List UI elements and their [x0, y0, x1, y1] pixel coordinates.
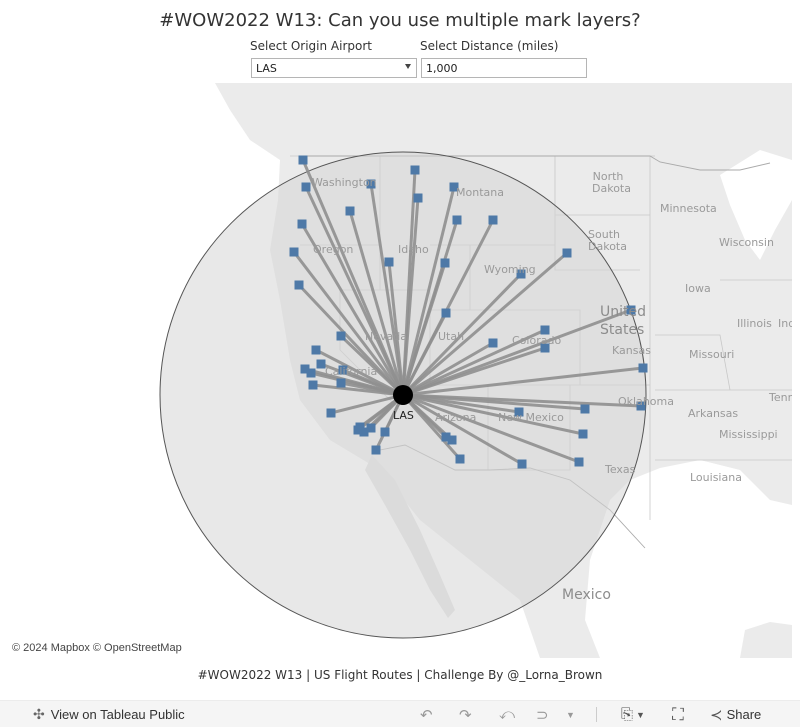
destination-airport-marker[interactable]: [289, 247, 299, 257]
share-icon: ≺: [710, 706, 723, 724]
destination-airport-marker[interactable]: [336, 378, 346, 388]
map-label-nevada: Nevada: [365, 330, 407, 343]
map-label-arkansas: Arkansas: [688, 407, 739, 420]
view-on-tableau-public-label: View on Tableau Public: [50, 707, 185, 722]
map-label-minnesota: Minnesota: [660, 202, 717, 215]
map-label-oregon: Oregon: [313, 243, 354, 256]
map-label-utah: Utah: [438, 330, 465, 343]
destination-airport-marker[interactable]: [311, 345, 321, 355]
map-canvas: [159, 83, 792, 658]
map-label-iowa: Iowa: [685, 282, 711, 295]
dashboard-title: #WOW2022 W13: Can you use multiple mark …: [159, 10, 641, 31]
dashboard-footer: #WOW2022 W13 | US Flight Routes | Challe…: [197, 668, 603, 682]
chevron-down-icon[interactable]: [405, 64, 411, 69]
distance-input[interactable]: 1,000: [421, 58, 587, 78]
map-label-california: California: [325, 365, 378, 378]
map-label-mexico: Mexico: [562, 587, 611, 603]
share-button[interactable]: ≺ Share: [710, 701, 761, 728]
map-label-idaho: Idaho: [398, 243, 429, 256]
map-label-washington: Washington: [312, 176, 377, 189]
download-icon: ⎘: [621, 706, 634, 723]
download-button[interactable]: ⎘ ▼: [621, 701, 645, 728]
fullscreen-button[interactable]: ⛶: [672, 701, 684, 728]
destination-airport-marker[interactable]: [413, 193, 423, 203]
destination-airport-marker[interactable]: [452, 215, 462, 225]
map-label-united-states: United States: [600, 304, 646, 338]
destination-airport-marker[interactable]: [297, 219, 307, 229]
destination-airport-marker[interactable]: [336, 331, 346, 341]
map-label-louisiana: Louisiana: [690, 471, 742, 484]
origin-airport-value: LAS: [256, 62, 277, 75]
destination-airport-marker[interactable]: [578, 429, 588, 439]
redo-icon: ↷: [459, 706, 472, 724]
map-label-north-dakota: North Dakota: [592, 170, 631, 195]
destination-airport-marker[interactable]: [308, 380, 318, 390]
tableau-toolbar: ✣ View on Tableau Public ↶ ↷ ⤺ ⊃ ▼ ⎘ ▼ ⛶…: [0, 700, 800, 727]
revert-button[interactable]: ⤺: [499, 701, 515, 728]
destination-airport-marker[interactable]: [580, 404, 590, 414]
distance-value: 1,000: [426, 62, 458, 75]
destination-airport-marker[interactable]: [294, 280, 304, 290]
yucatan: [740, 622, 792, 658]
map-label-arizona: Arizona: [435, 411, 477, 424]
destination-airport-marker[interactable]: [366, 423, 376, 433]
destination-airport-marker[interactable]: [353, 425, 363, 435]
map-label-oklahoma: Oklahoma: [618, 395, 674, 408]
caret-down-icon: ▼: [636, 709, 645, 720]
destination-airport-marker[interactable]: [306, 368, 316, 378]
origin-filter-label: Select Origin Airport: [250, 39, 372, 53]
refresh-button[interactable]: ⊃: [536, 701, 549, 728]
pause-dropdown-button[interactable]: ▼: [566, 701, 575, 728]
tableau-logo-icon: ✣: [33, 706, 45, 722]
destination-airport-marker[interactable]: [447, 435, 457, 445]
destination-airport-marker[interactable]: [301, 182, 311, 192]
origin-airport-label: LAS: [393, 409, 414, 422]
destination-airport-marker[interactable]: [488, 338, 498, 348]
destination-airport-marker[interactable]: [410, 165, 420, 175]
destination-airport-marker[interactable]: [562, 248, 572, 258]
destination-airport-marker[interactable]: [517, 459, 527, 469]
map-label-mississippi: Mississippi: [719, 428, 778, 441]
map-label-illinois: Illinois: [737, 317, 772, 330]
destination-airport-marker[interactable]: [298, 155, 308, 165]
undo-button[interactable]: ↶: [420, 701, 433, 728]
map-label-new-mexico: New Mexico: [498, 411, 564, 424]
destination-airport-marker[interactable]: [574, 457, 584, 467]
map-label-montana: Montana: [456, 186, 504, 199]
map-label-tennessee: Tenn: [769, 391, 792, 404]
origin-airport-marker[interactable]: [393, 385, 413, 405]
map-label-indiana: Ind: [778, 317, 792, 330]
revert-icon: ⤺: [499, 706, 516, 723]
share-label: Share: [726, 707, 762, 722]
map-attribution[interactable]: © 2024 Mapbox © OpenStreetMap: [9, 641, 185, 655]
map-label-kansas: Kansas: [612, 344, 651, 357]
destination-airport-marker[interactable]: [441, 308, 451, 318]
destination-airport-marker[interactable]: [455, 454, 465, 464]
undo-icon: ↶: [420, 706, 433, 724]
map-label-missouri: Missouri: [689, 348, 735, 361]
destination-airport-marker[interactable]: [345, 206, 355, 216]
destination-airport-marker[interactable]: [440, 258, 450, 268]
destination-airport-marker[interactable]: [488, 215, 498, 225]
map-label-texas: Texas: [605, 463, 636, 476]
map-label-wisconsin: Wisconsin: [719, 236, 774, 249]
flight-routes-map[interactable]: Washington Oregon Idaho Montana Wyoming …: [0, 83, 792, 658]
destination-airport-marker[interactable]: [371, 445, 381, 455]
destination-airport-marker[interactable]: [380, 427, 390, 437]
destination-airport-marker[interactable]: [384, 257, 394, 267]
distance-filter-label: Select Distance (miles): [420, 39, 559, 53]
origin-airport-dropdown[interactable]: LAS: [251, 58, 417, 78]
refresh-icon: ⊃: [536, 706, 549, 724]
view-on-tableau-public-button[interactable]: ✣ View on Tableau Public: [33, 701, 185, 728]
fullscreen-icon: ⛶: [672, 704, 684, 724]
destination-airport-marker[interactable]: [326, 408, 336, 418]
caret-down-icon: ▼: [566, 709, 575, 720]
map-label-wyoming: Wyoming: [484, 263, 536, 276]
toolbar-divider: [596, 707, 597, 722]
map-label-colorado: Colorado: [512, 334, 562, 347]
destination-airport-marker[interactable]: [638, 363, 648, 373]
map-label-south-dakota: South Dakota: [588, 228, 627, 253]
redo-button[interactable]: ↷: [459, 701, 472, 728]
